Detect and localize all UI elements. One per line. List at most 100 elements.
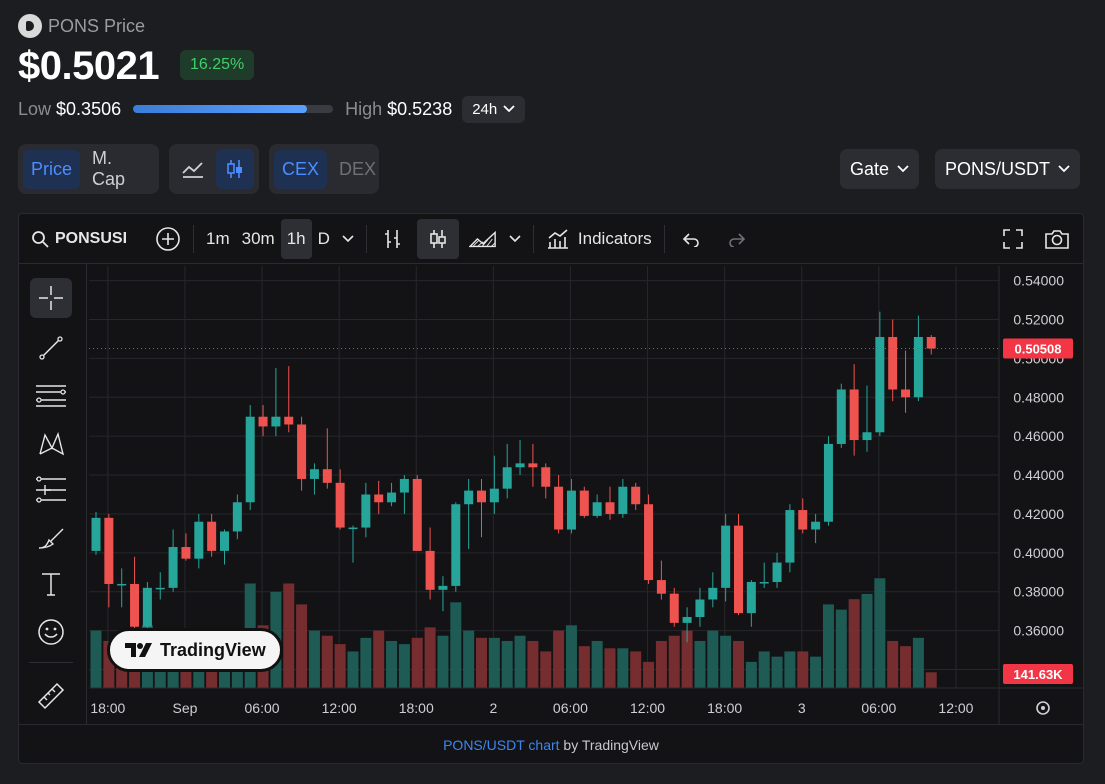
volume-bar <box>386 640 398 688</box>
pons-logo-icon <box>18 14 42 38</box>
chevron-down-icon <box>1058 165 1070 173</box>
volume-bar <box>655 640 667 688</box>
candle-body <box>245 416 255 503</box>
high-label: High <box>345 98 383 119</box>
chart-style-dropdown[interactable] <box>503 219 527 259</box>
fib-tool[interactable] <box>30 376 72 416</box>
symbol-search[interactable]: PONSUSI <box>25 219 141 259</box>
volume-bar <box>437 635 449 688</box>
candle-body <box>772 562 782 583</box>
pattern-tool[interactable] <box>30 424 72 464</box>
candle-body <box>464 490 474 505</box>
candle-body <box>811 521 821 530</box>
trend-line-tool[interactable] <box>30 328 72 368</box>
exchange-dropdown[interactable]: Gate <box>840 149 920 189</box>
x-tick-label: 18:00 <box>399 700 434 716</box>
volume-bar <box>848 599 860 688</box>
candle-body <box>888 336 898 390</box>
ruler-icon <box>37 682 65 710</box>
chart-attribution: PONS/USDT chart by TradingView <box>19 724 1083 764</box>
tab-cex[interactable]: CEX <box>274 149 328 189</box>
redo-button[interactable] <box>717 219 757 259</box>
volume-bar <box>861 593 873 688</box>
volume-bar <box>643 661 655 688</box>
interval-1h[interactable]: 1h <box>280 218 312 259</box>
interval-1m[interactable]: 1m <box>200 219 236 259</box>
horizontal-lines-icon <box>36 385 66 407</box>
measure-tool[interactable] <box>30 676 72 716</box>
volume-bar <box>810 656 822 688</box>
volume-bar <box>334 644 346 688</box>
volume-bar <box>373 630 385 688</box>
candle-body <box>554 486 564 530</box>
pair-label: PONS/USDT <box>945 158 1051 179</box>
volume-bar <box>308 630 320 688</box>
candle-body <box>579 490 589 516</box>
volume-bar <box>578 646 590 688</box>
tradingview-watermark[interactable]: TradingView <box>107 628 283 672</box>
watermark-label: TradingView <box>160 639 266 660</box>
toolbar-divider <box>29 662 73 663</box>
compare-symbol-button[interactable] <box>149 219 187 259</box>
attribution-suffix: by TradingView <box>559 736 659 753</box>
tab-dex[interactable]: DEX <box>331 150 384 189</box>
prediction-tool[interactable] <box>30 470 72 510</box>
snapshot-button[interactable] <box>1037 219 1077 259</box>
volume-bar <box>925 672 937 688</box>
pair-dropdown[interactable]: PONS/USDT <box>935 149 1081 189</box>
low-label: Low <box>18 98 52 119</box>
period-dropdown[interactable]: 24h <box>462 95 526 123</box>
interval-d[interactable]: D <box>312 219 336 259</box>
candle-body <box>194 521 204 559</box>
tab-market-cap[interactable]: M. Cap <box>84 139 154 199</box>
bars-style-button[interactable] <box>373 219 413 259</box>
interval-dropdown[interactable] <box>336 219 360 259</box>
chevron-down-icon <box>509 234 521 242</box>
emoji-tool[interactable] <box>30 612 72 652</box>
x-tick-label: 12:00 <box>630 700 665 716</box>
candle-body <box>734 525 743 614</box>
volume-bar <box>347 651 359 688</box>
camera-icon <box>1045 229 1069 249</box>
candle-body <box>425 550 435 590</box>
candles-style-button[interactable] <box>416 218 459 259</box>
candle-body <box>284 416 294 425</box>
candle-body <box>913 336 923 398</box>
fullscreen-button[interactable] <box>995 219 1031 259</box>
volume-bar <box>476 637 487 688</box>
fullscreen-icon <box>1003 228 1023 249</box>
brush-tool[interactable] <box>30 518 72 558</box>
volume-bar <box>835 609 847 688</box>
search-icon <box>32 230 49 248</box>
undo-icon <box>682 232 699 247</box>
volume-bar <box>771 656 783 688</box>
interval-30m[interactable]: 30m <box>236 219 281 259</box>
undo-button[interactable] <box>671 219 711 259</box>
area-style-button[interactable] <box>463 219 503 259</box>
y-tick-label: 0.40000 <box>1013 545 1064 561</box>
source-toggle: CEX DEX <box>269 144 379 194</box>
candle-body <box>926 336 936 349</box>
candlestick-icon[interactable] <box>216 149 254 189</box>
x-tick-label: 06:00 <box>245 700 280 716</box>
y-tick-label: 0.44000 <box>1013 467 1064 483</box>
candle-body <box>566 490 576 530</box>
chart-type-toggle <box>169 144 259 194</box>
volume-bar <box>398 644 410 688</box>
candle-body <box>117 583 127 586</box>
crosshair-tool[interactable] <box>30 278 72 318</box>
chart-link[interactable]: PONS/USDT chart <box>443 737 559 753</box>
candle-body <box>387 492 397 503</box>
candlestick-icon <box>430 229 446 248</box>
candle-body <box>181 547 191 559</box>
volume-bar <box>745 661 757 688</box>
indicators-button[interactable]: Indicators <box>540 219 658 259</box>
range-row: Low $0.3506 High $0.5238 24h <box>18 94 526 124</box>
token-title: PONS Price <box>48 15 146 36</box>
candle-body <box>836 389 846 444</box>
candle-body <box>348 527 358 530</box>
line-chart-icon[interactable] <box>174 149 212 189</box>
candle-body <box>297 424 307 479</box>
tab-price[interactable]: Price <box>23 149 81 189</box>
text-tool[interactable] <box>30 564 72 604</box>
